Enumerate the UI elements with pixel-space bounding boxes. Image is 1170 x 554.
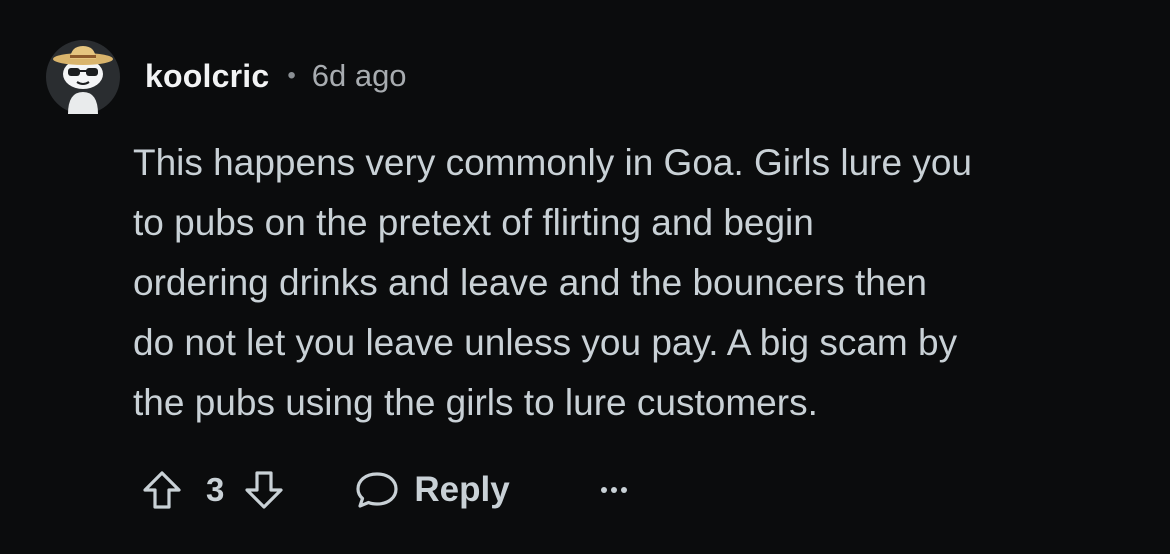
comment-body: This happens very commonly in Goa. Girls… bbox=[133, 133, 1143, 433]
vote-count: 3 bbox=[206, 471, 225, 508]
comment-card: koolcric • 6d ago This happens very comm… bbox=[0, 0, 1170, 554]
snoo-avatar-icon bbox=[46, 40, 120, 114]
downvote-arrow-icon bbox=[245, 471, 283, 509]
comment-body-line: ordering drinks and leave and the bounce… bbox=[133, 262, 927, 303]
comment-body-line: This happens very commonly in Goa. Girls… bbox=[133, 142, 973, 183]
comment-body-line: the pubs using the girls to lure custome… bbox=[133, 382, 818, 423]
comment-body-line: to pubs on the pretext of flirting and b… bbox=[133, 202, 814, 243]
more-options-button[interactable] bbox=[596, 480, 632, 500]
timestamp: 6d ago bbox=[311, 58, 407, 93]
comment-body-line: do not let you leave unless you pay. A b… bbox=[133, 322, 958, 363]
downvote-button[interactable] bbox=[242, 468, 286, 512]
speech-bubble-icon bbox=[356, 472, 398, 508]
comment-actions: 3 Reply bbox=[140, 462, 632, 518]
comment-meta: koolcric • 6d ago bbox=[145, 56, 407, 96]
upvote-button[interactable] bbox=[140, 468, 184, 512]
username[interactable]: koolcric bbox=[145, 58, 269, 95]
reply-button[interactable]: Reply bbox=[354, 468, 510, 512]
user-avatar[interactable] bbox=[46, 40, 120, 114]
meta-separator: • bbox=[287, 62, 296, 89]
upvote-arrow-icon bbox=[143, 471, 181, 509]
reply-label: Reply bbox=[414, 470, 510, 509]
ellipsis-icon bbox=[600, 487, 627, 493]
